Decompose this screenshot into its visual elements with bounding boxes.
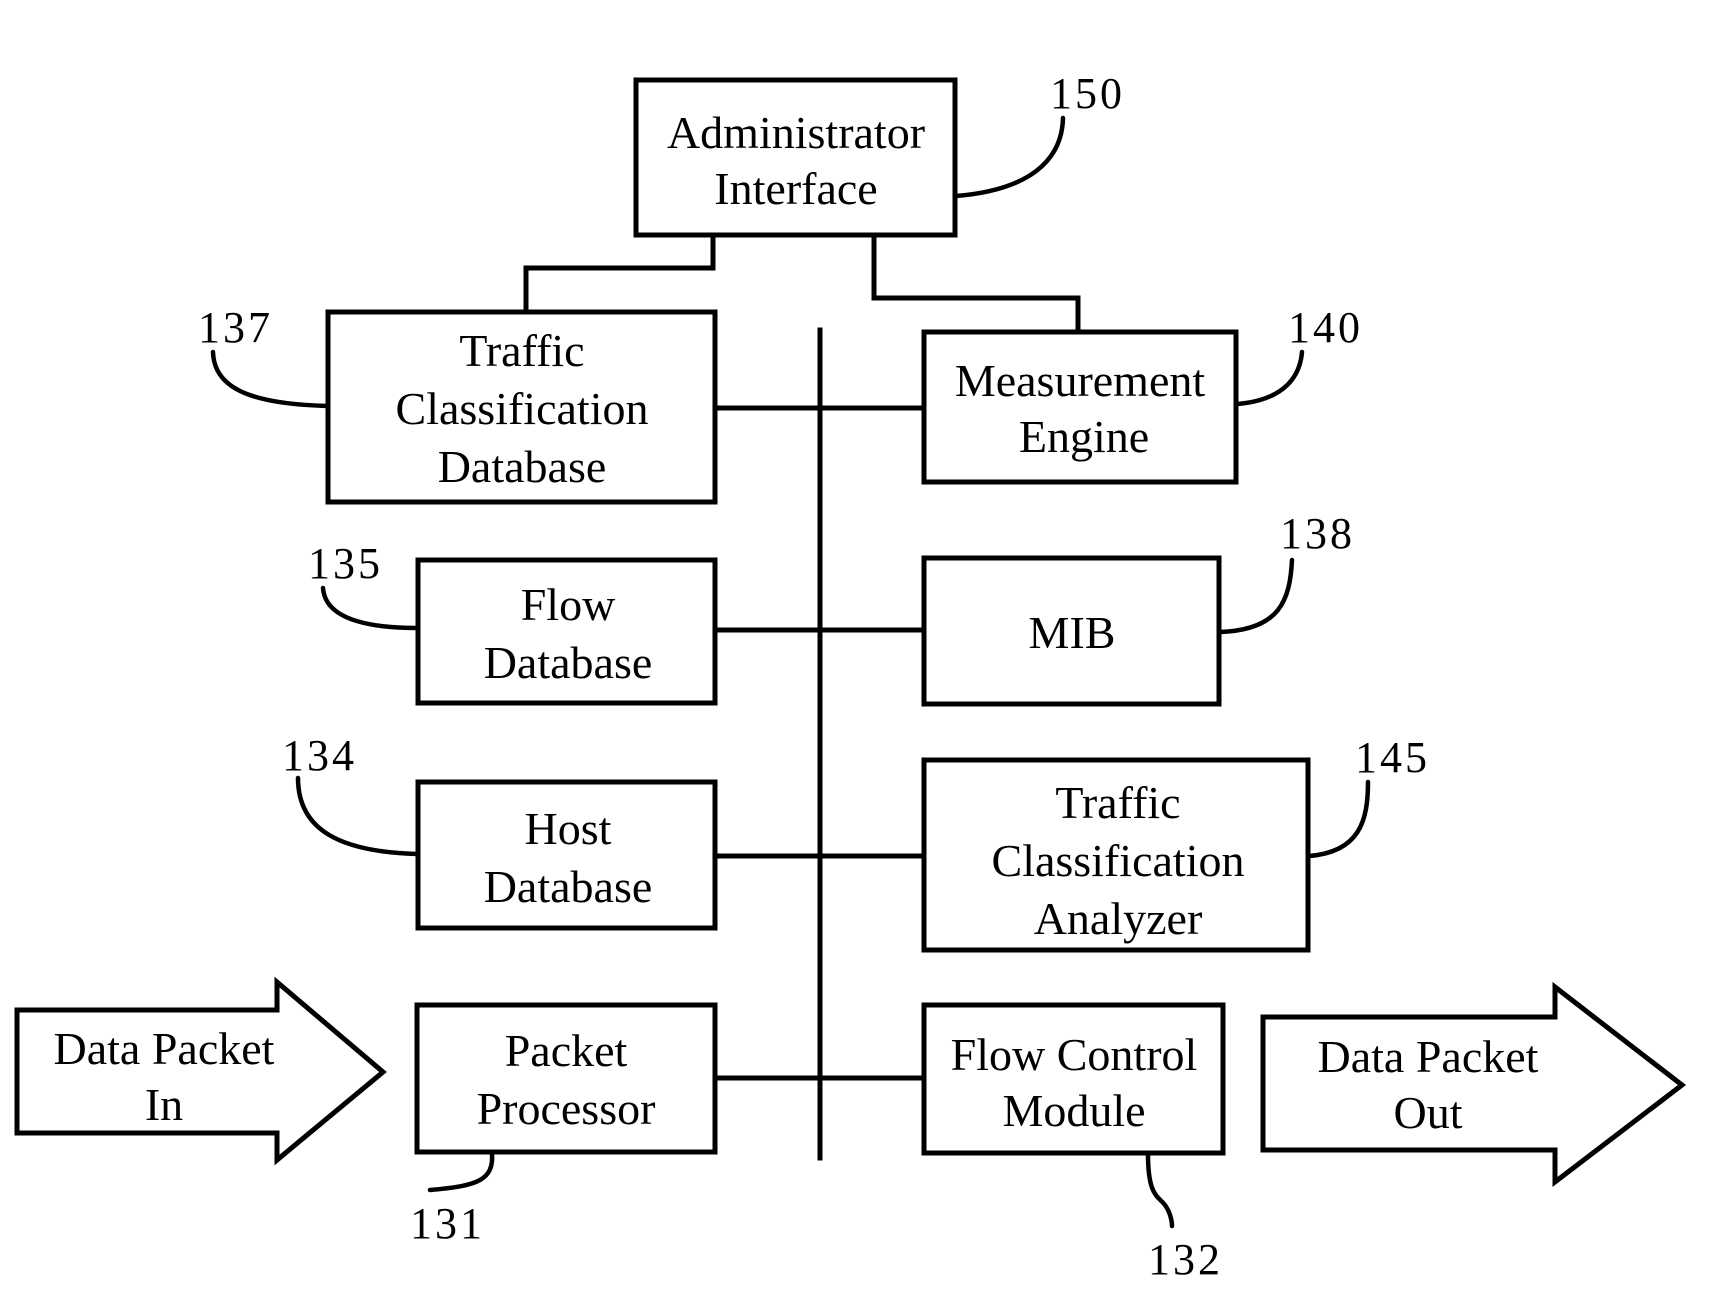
admin-to-traffic-db-link: [523, 233, 716, 315]
admin-to-measurement-link: [871, 233, 1081, 335]
block-label-line: Traffic: [1055, 777, 1180, 828]
traffic-classification-analyzer-block: Traffic Classification Analyzer: [921, 757, 1311, 953]
mib-block: MIB: [921, 555, 1222, 707]
ref-number-138: 138: [1280, 509, 1355, 558]
ref-number-134: 134: [282, 731, 357, 780]
ref-number-150: 150: [1050, 69, 1125, 118]
block-label-line: Module: [1002, 1085, 1145, 1136]
block-label-line: Flow Control: [951, 1029, 1198, 1080]
ref-leader-137: [210, 349, 331, 409]
arrow-label-line: In: [145, 1079, 183, 1130]
block-label-line: Database: [438, 441, 607, 492]
arrow-label-line: Out: [1394, 1087, 1463, 1138]
host-database-block: Host Database: [415, 779, 718, 931]
block-label-line: MIB: [1029, 607, 1116, 658]
ref-leader-131: [427, 1150, 495, 1193]
administrator-interface-block: Administrator Interface: [633, 77, 958, 238]
ref-number-132: 132: [1148, 1235, 1223, 1284]
ref-number-131: 131: [410, 1199, 485, 1248]
block-label-line: Administrator: [667, 107, 925, 158]
ref-number-137: 137: [198, 303, 273, 352]
ref-leader-150: [953, 115, 1066, 199]
block-label-line: Processor: [477, 1083, 656, 1134]
ref-leader-145: [1306, 779, 1371, 859]
measurement-engine-block: Measurement Engine: [921, 329, 1239, 485]
ref-number-135: 135: [308, 539, 383, 588]
block-label-line: Flow: [521, 579, 616, 630]
block-label-line: Measurement: [955, 355, 1206, 406]
block-label-line: Analyzer: [1034, 893, 1203, 944]
ref-leader-138: [1217, 557, 1295, 635]
block-label-line: Classification: [992, 835, 1245, 886]
packet-processor-block: Packet Processor: [414, 1002, 718, 1155]
block-label-line: Host: [525, 803, 612, 854]
ref-leader-134: [295, 775, 421, 857]
block-label-line: Database: [484, 637, 653, 688]
arrow-label-line: Data Packet: [1318, 1031, 1539, 1082]
block-label-line: Engine: [1019, 411, 1149, 462]
ref-leader-135: [320, 585, 421, 631]
data-packet-out-arrow: Data Packet Out: [1260, 981, 1687, 1188]
ref-number-145: 145: [1355, 733, 1430, 782]
ref-number-140: 140: [1288, 303, 1363, 352]
flow-control-module-block: Flow Control Module: [921, 1002, 1226, 1156]
data-packet-in-arrow: Data Packet In: [14, 976, 387, 1166]
block-label-line: Traffic: [459, 325, 584, 376]
block-label-line: Interface: [714, 163, 877, 214]
block-label-line: Packet: [505, 1025, 628, 1076]
flow-database-block: Flow Database: [415, 557, 718, 706]
ref-leader-140: [1234, 349, 1305, 407]
block-diagram: Administrator Interface 150 Traffic Clas…: [14, 69, 1687, 1284]
traffic-classification-database-block: Traffic Classification Database: [325, 309, 718, 505]
block-label-line: Classification: [396, 383, 649, 434]
block-label-line: Database: [484, 861, 653, 912]
arrow-label-line: Data Packet: [54, 1023, 275, 1074]
ref-leader-132: [1145, 1151, 1175, 1229]
